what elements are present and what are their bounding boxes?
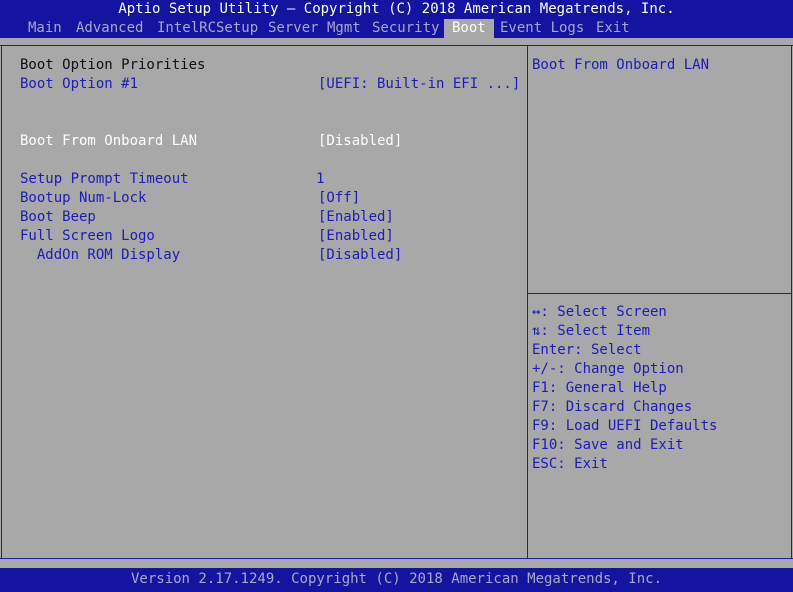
section-header-boot-priorities: Boot Option Priorities xyxy=(20,57,206,73)
setup-prompt-timeout-value[interactable]: 1 xyxy=(316,170,324,189)
tab-exit[interactable]: Exit xyxy=(596,19,630,38)
key-hint-select-screen: ↔: Select Screen xyxy=(532,304,667,320)
full-screen-logo-label[interactable]: Full Screen Logo xyxy=(20,227,155,246)
tab-main[interactable]: Main xyxy=(28,19,62,38)
addon-rom-display-value[interactable]: [Disabled] xyxy=(318,246,402,265)
frame-border-top xyxy=(0,45,793,46)
menu-bar: Main Advanced IntelRCSetup Server Mgmt S… xyxy=(0,19,793,38)
boot-option-1-label[interactable]: Boot Option #1 xyxy=(20,75,138,94)
full-screen-logo-value[interactable]: [Enabled] xyxy=(318,227,394,246)
bootup-numlock-label[interactable]: Bootup Num-Lock xyxy=(20,189,146,208)
frame-border-right xyxy=(791,45,792,559)
boot-beep-label[interactable]: Boot Beep xyxy=(20,208,96,227)
tab-intelrcsetup[interactable]: IntelRCSetup xyxy=(157,19,258,38)
tab-event-logs[interactable]: Event Logs xyxy=(500,19,584,38)
boot-from-lan-label[interactable]: Boot From Onboard LAN xyxy=(20,132,197,151)
key-hint-load-defaults: F9: Load UEFI Defaults xyxy=(532,418,718,434)
tab-boot[interactable]: Boot xyxy=(444,19,494,38)
help-description: Boot From Onboard LAN xyxy=(532,57,710,73)
key-hint-change-option: +/-: Change Option xyxy=(532,361,684,377)
boot-option-1-value[interactable]: [UEFI: Built-in EFI ...] xyxy=(318,75,520,94)
help-divider-horizontal xyxy=(528,293,791,294)
key-hint-enter: Enter: Select xyxy=(532,342,642,358)
tab-server-mgmt[interactable]: Server Mgmt xyxy=(268,19,361,38)
tab-security[interactable]: Security xyxy=(372,19,439,38)
key-hint-save-exit: F10: Save and Exit xyxy=(532,437,684,453)
key-hint-discard-changes: F7: Discard Changes xyxy=(532,399,693,415)
boot-beep-value[interactable]: [Enabled] xyxy=(318,208,394,227)
panel-divider-vertical xyxy=(527,45,528,559)
frame-border-bottom xyxy=(0,558,793,559)
bootup-numlock-value[interactable]: [Off] xyxy=(318,189,360,208)
key-hint-select-item: ⇅: Select Item xyxy=(532,323,651,339)
key-hint-general-help: F1: General Help xyxy=(532,380,667,396)
frame-border-left xyxy=(1,45,2,559)
tab-advanced[interactable]: Advanced xyxy=(76,19,143,38)
boot-from-lan-value[interactable]: [Disabled] xyxy=(318,132,402,151)
addon-rom-display-label[interactable]: AddOn ROM Display xyxy=(20,246,180,265)
window-title: Aptio Setup Utility – Copyright (C) 2018… xyxy=(0,0,793,19)
footer-version: Version 2.17.1249. Copyright (C) 2018 Am… xyxy=(0,568,793,592)
setup-prompt-timeout-label[interactable]: Setup Prompt Timeout xyxy=(20,170,189,189)
key-hint-esc-exit: ESC: Exit xyxy=(532,456,608,472)
